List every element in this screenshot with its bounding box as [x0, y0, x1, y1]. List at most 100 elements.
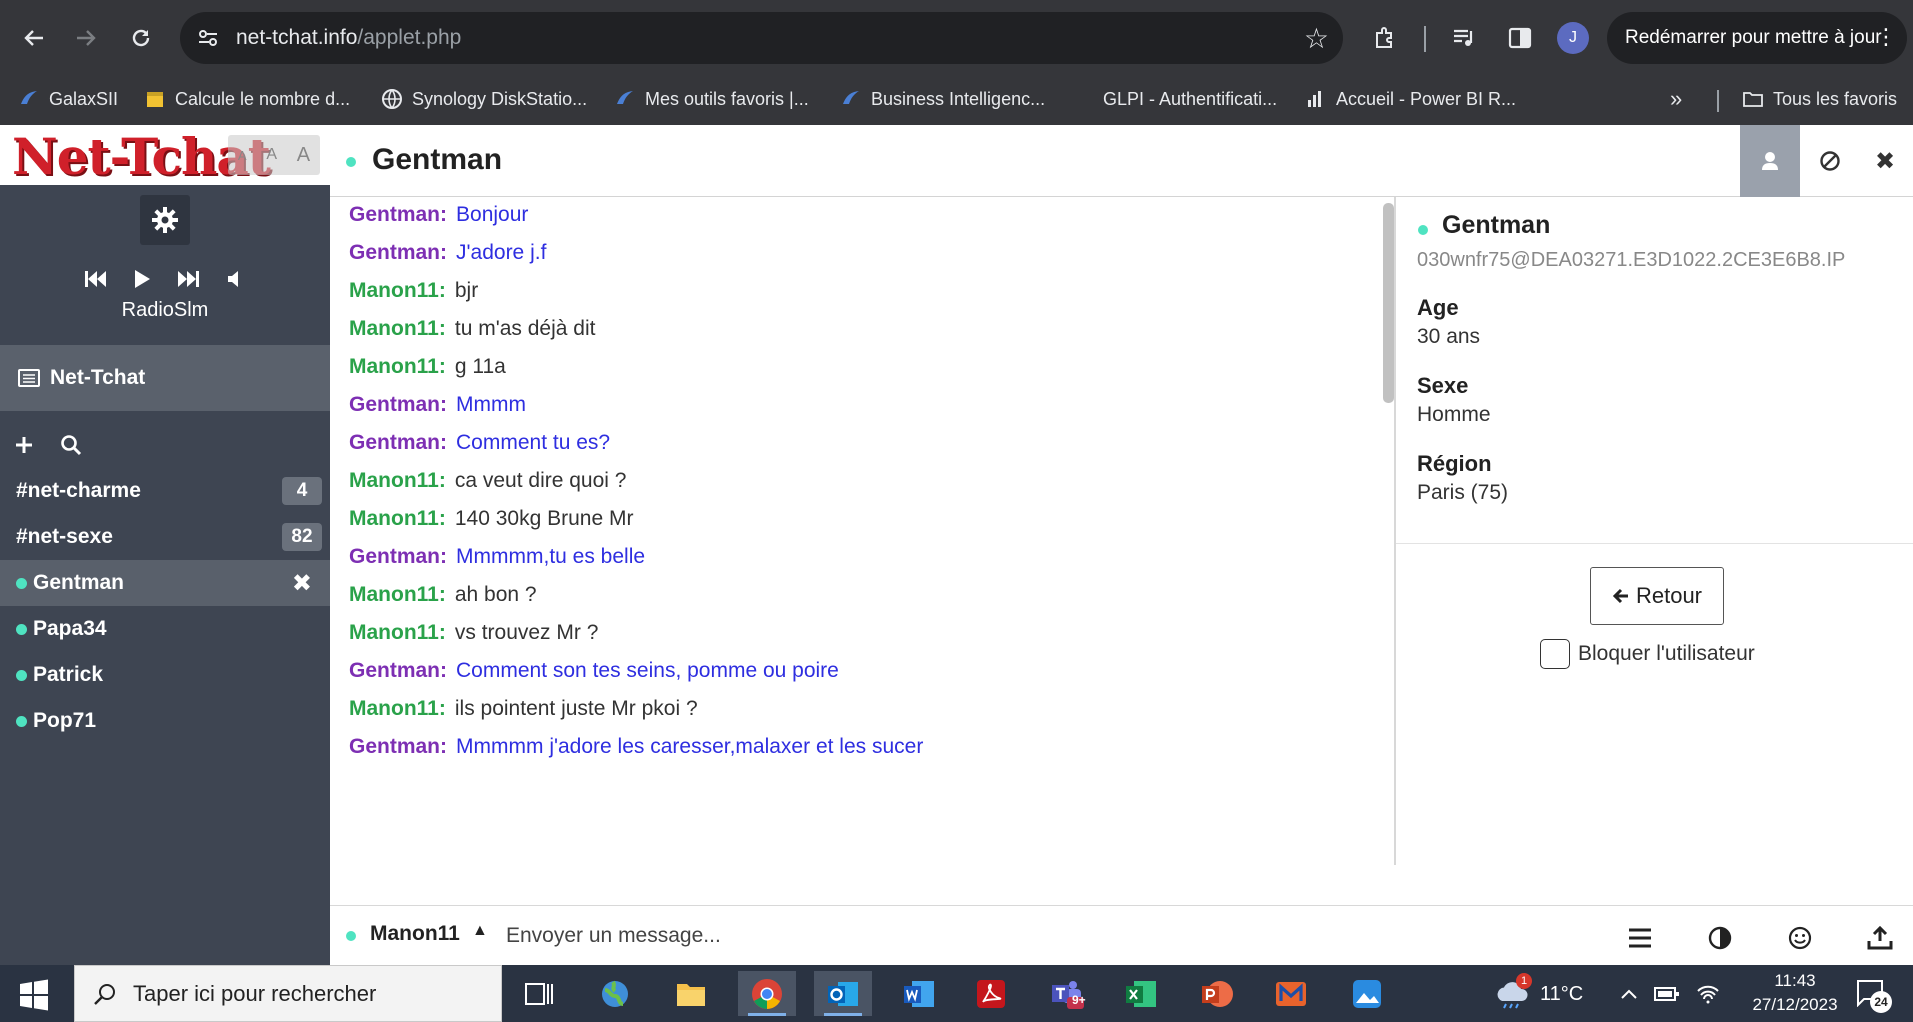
upload-button[interactable]	[1860, 918, 1900, 958]
plus-icon[interactable]	[14, 435, 34, 455]
reload-button[interactable]	[121, 18, 161, 58]
all-bookmarks-folder[interactable]: Tous les favoris	[1742, 84, 1897, 114]
room-item[interactable]: #net-sexe 82	[0, 514, 330, 560]
battery-icon[interactable]	[1654, 986, 1680, 1002]
close-icon[interactable]: ✖	[292, 569, 312, 598]
media-control-button[interactable]	[1446, 20, 1482, 56]
taskbar-app-acrobat[interactable]	[962, 971, 1020, 1016]
settings-button[interactable]	[140, 195, 190, 245]
message-author[interactable]: Manon11:	[349, 697, 446, 721]
ignore-user-button[interactable]	[1805, 125, 1855, 197]
taskbar-search[interactable]: Taper ici pour rechercher	[74, 965, 502, 1022]
message-author[interactable]: Manon11:	[349, 507, 446, 531]
site-info-icon[interactable]	[196, 26, 220, 50]
taskbar-clock[interactable]: 11:43 27/12/2023	[1740, 969, 1850, 1017]
message-author[interactable]: Manon11:	[349, 279, 446, 303]
taskbar-app-outlook[interactable]	[814, 971, 872, 1016]
weather-widget[interactable]: 1 11°C	[1494, 973, 1583, 1011]
taskbar-app-globe[interactable]	[586, 971, 644, 1016]
play-icon[interactable]	[128, 265, 156, 293]
message-author[interactable]: Manon11:	[349, 355, 446, 379]
message-author[interactable]: Gentman:	[349, 431, 447, 455]
message-author[interactable]: Gentman:	[349, 203, 447, 227]
taskbar-app-photos[interactable]	[1338, 971, 1396, 1016]
message-author[interactable]: Gentman:	[349, 659, 447, 683]
side-panel-button[interactable]	[1502, 20, 1538, 56]
caret-up-icon[interactable]: ▲	[472, 922, 488, 940]
more-bookmarks-chevron-icon[interactable]: »	[1670, 84, 1682, 114]
message-author[interactable]: Manon11:	[349, 583, 446, 607]
message-author[interactable]: Manon11:	[349, 317, 446, 341]
message-text: Mmmmm j'adore les caresser,malaxer et le…	[456, 735, 924, 758]
forward-button[interactable]	[66, 18, 106, 58]
menu-dots-icon[interactable]: ⋮	[1875, 24, 1897, 50]
windows-start-icon[interactable]	[16, 977, 52, 1013]
online-status-dot	[16, 669, 27, 681]
private-chat-item[interactable]: Patrick	[0, 652, 330, 698]
search-icon[interactable]	[60, 434, 82, 456]
extensions-button[interactable]	[1367, 20, 1403, 56]
private-chat-item[interactable]: Gentman ✖	[0, 560, 330, 606]
bookmark-item[interactable]: Accueil - Power BI R...	[1305, 84, 1516, 114]
chevron-up-icon[interactable]	[1620, 987, 1638, 1001]
taskbar-app-file-explorer[interactable]	[662, 971, 720, 1016]
previous-track-icon[interactable]	[82, 265, 110, 293]
message-input[interactable]	[506, 916, 1506, 956]
url-text[interactable]: net-tchat.info/applet.php	[236, 26, 461, 50]
message-author[interactable]: Manon11:	[349, 621, 446, 645]
notification-center-button[interactable]: 24	[1856, 979, 1892, 1013]
message-author[interactable]: Gentman:	[349, 735, 447, 759]
bookmark-item[interactable]: Calcule le nombre d...	[144, 84, 350, 114]
menu-button[interactable]	[1620, 918, 1660, 958]
bookmark-item[interactable]: GalaxSII	[18, 84, 118, 114]
block-user-option[interactable]: Bloquer l'utilisateur	[1540, 637, 1755, 671]
contrast-button[interactable]	[1700, 918, 1740, 958]
message-author[interactable]: Gentman:	[349, 545, 447, 569]
bookmark-item[interactable]: GLPI - Authentificati...	[1072, 84, 1277, 114]
address-bar[interactable]: net-tchat.info/applet.php ☆	[180, 12, 1343, 64]
message-author[interactable]: Gentman:	[349, 241, 447, 265]
font-size-button[interactable]: A	[238, 148, 247, 163]
taskbar-app-word[interactable]	[890, 971, 948, 1016]
taskbar-app-teams[interactable]: 9+	[1038, 971, 1096, 1016]
profile-avatar[interactable]: J	[1557, 22, 1589, 54]
current-nickname[interactable]: Manon11	[370, 922, 460, 946]
server-header[interactable]: Net-Tchat	[0, 345, 330, 411]
back-button[interactable]: Retour	[1590, 567, 1724, 625]
online-status-dot	[16, 715, 27, 727]
close-icon: ✖	[1874, 147, 1896, 175]
scrollbar-thumb[interactable]	[1383, 203, 1394, 403]
room-item[interactable]: #net-charme 4	[0, 468, 330, 514]
message-author[interactable]: Gentman:	[349, 393, 447, 417]
taskbar-app-powerpoint[interactable]	[1188, 971, 1246, 1016]
message-text: g 11a	[454, 355, 506, 378]
bookmark-star-icon[interactable]: ☆	[1304, 22, 1329, 55]
message-scrollbar[interactable]	[1383, 197, 1394, 865]
block-user-checkbox[interactable]	[1540, 639, 1570, 669]
taskbar-app-excel[interactable]	[1112, 971, 1170, 1016]
private-chat-item[interactable]: Papa34	[0, 606, 330, 652]
volume-icon[interactable]	[220, 265, 248, 293]
bookmark-item[interactable]: Synology DiskStatio...	[381, 84, 587, 114]
font-size-controls[interactable]: A A A	[228, 135, 320, 175]
user-info-button[interactable]	[1740, 125, 1800, 197]
back-button[interactable]	[14, 18, 54, 58]
taskbar-app-m[interactable]	[1262, 971, 1320, 1016]
profile-hostmask: 030wnfr75@DEA03271.E3D1022.2CE3E6B8.IP	[1417, 249, 1846, 271]
message-author[interactable]: Manon11:	[349, 469, 446, 493]
font-size-button[interactable]: A	[266, 146, 277, 164]
private-chat-item[interactable]: Pop71	[0, 698, 330, 744]
emoji-button[interactable]	[1780, 918, 1820, 958]
next-track-icon[interactable]	[174, 265, 202, 293]
update-button[interactable]: Redémarrer pour mettre à jour ⋮	[1607, 12, 1907, 64]
bookmark-item[interactable]: Mes outils favoris |...	[614, 84, 809, 114]
close-chat-button[interactable]: ✖	[1860, 125, 1910, 197]
task-view-button[interactable]	[510, 971, 568, 1016]
taskbar-app-chrome[interactable]	[738, 971, 796, 1016]
message-text: ils pointent juste Mr pkoi ?	[454, 697, 698, 720]
bookmark-label: Accueil - Power BI R...	[1336, 88, 1517, 109]
bookmark-item[interactable]: Business Intelligenc...	[840, 84, 1045, 114]
wifi-icon[interactable]	[1696, 984, 1720, 1004]
font-size-button[interactable]: A	[297, 144, 310, 167]
system-tray	[1620, 977, 1720, 1011]
